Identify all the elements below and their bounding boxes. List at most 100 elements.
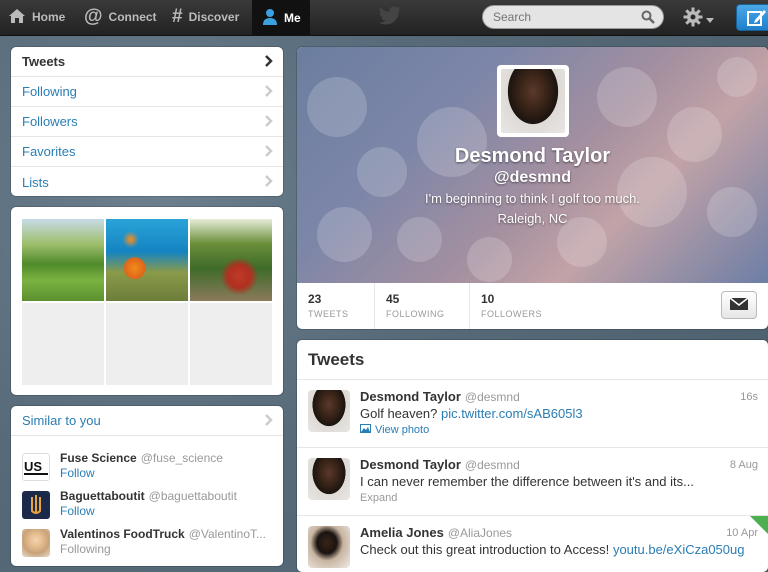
photo-placeholder: [190, 303, 272, 385]
tweet-item[interactable]: Desmond Taylor @desmnd 8 Aug I can never …: [297, 448, 768, 516]
tweets-title: Tweets: [297, 340, 768, 380]
nav-connect[interactable]: @ Connect: [84, 0, 157, 34]
similar-to-you-panel: Similar to you US Fuse Science @fuse_scie…: [11, 406, 283, 566]
nav-discover-label: Discover: [188, 10, 240, 24]
follow-link[interactable]: Follow: [60, 504, 95, 518]
photo-clownfish[interactable]: [106, 219, 188, 301]
follow-link[interactable]: Follow: [60, 466, 95, 480]
account-name[interactable]: Fuse Science @fuse_science: [60, 451, 223, 465]
profile-avatar[interactable]: [497, 65, 569, 137]
tweet-author[interactable]: Desmond Taylor @desmnd: [360, 457, 520, 472]
menu-item-lists[interactable]: Lists: [11, 167, 283, 197]
photo-placeholder: [106, 303, 188, 385]
profile-nav-menu: Tweets Following Followers Favorites Lis…: [11, 47, 283, 196]
person-icon: [262, 8, 278, 29]
nav-connect-label: Connect: [108, 10, 157, 24]
chevron-right-icon: [265, 145, 273, 160]
hash-icon: #: [172, 6, 183, 27]
account-name[interactable]: Baguettaboutit @baguettaboutit: [60, 489, 237, 503]
nav-discover[interactable]: # Discover: [172, 0, 239, 34]
avatar[interactable]: [308, 390, 350, 432]
photo-gallery: [11, 207, 283, 395]
tweet-author[interactable]: Desmond Taylor @desmnd: [360, 389, 520, 404]
nav-home-label: Home: [32, 10, 66, 24]
photo-garden[interactable]: [190, 219, 272, 301]
stat-value: 10: [481, 292, 495, 306]
avatar[interactable]: US: [22, 453, 50, 481]
account-name[interactable]: Valentinos FoodTruck @ValentinoT...: [60, 527, 266, 541]
profile-card: Desmond Taylor @desmnd I'm beginning to …: [297, 47, 768, 329]
avatar[interactable]: [22, 491, 50, 519]
expand-link[interactable]: Expand: [360, 492, 397, 504]
settings-menu[interactable]: [683, 7, 714, 30]
envelope-icon: [729, 296, 749, 314]
stat-label: TWEETS: [308, 309, 349, 319]
view-photo-link[interactable]: View photo: [360, 424, 429, 436]
menu-item-following[interactable]: Following: [11, 77, 283, 107]
stat-tweets[interactable]: 23 TWEETS: [297, 283, 375, 329]
tweet-handle: @desmnd: [464, 390, 520, 404]
svg-text:US: US: [24, 459, 42, 474]
tweet-item[interactable]: Amelia Jones @AliaJones 10 Apr Check out …: [297, 516, 768, 572]
account-handle: @baguettaboutit: [148, 489, 237, 503]
tweet-author[interactable]: Amelia Jones @AliaJones: [360, 525, 512, 540]
nav-me[interactable]: Me: [252, 0, 310, 36]
at-icon: @: [84, 6, 103, 27]
account-handle: @ValentinoT...: [188, 527, 267, 541]
similar-title: Similar to you: [22, 413, 101, 428]
photo-placeholder: [22, 303, 104, 385]
menu-item-label: Following: [22, 84, 77, 99]
home-icon: [8, 8, 26, 27]
photo-golf-course[interactable]: [22, 219, 104, 301]
similar-header[interactable]: Similar to you: [11, 406, 283, 436]
menu-item-label: Favorites: [22, 144, 76, 159]
tweet-handle: @desmnd: [464, 458, 520, 472]
stat-value: 45: [386, 292, 400, 306]
suggested-account: Baguettaboutit @baguettaboutit Follow: [22, 489, 277, 523]
compose-tweet-button[interactable]: [736, 4, 768, 31]
tweet-link[interactable]: pic.twitter.com/sAB605l3: [441, 406, 583, 421]
profile-bio: I'm beginning to think I golf too much.: [425, 191, 640, 206]
profile-cover-image: Desmond Taylor @desmnd I'm beginning to …: [297, 47, 768, 283]
tweet-link[interactable]: youtu.be/eXiCza050ug: [613, 542, 745, 557]
stat-following[interactable]: 45 FOLLOWING: [375, 283, 470, 329]
chevron-right-icon: [265, 55, 273, 70]
menu-item-label: Tweets: [22, 54, 66, 69]
avatar[interactable]: [308, 526, 350, 568]
tweet-text: I can never remember the difference betw…: [360, 474, 694, 489]
account-handle: @fuse_science: [140, 451, 223, 465]
direct-message-button[interactable]: [721, 291, 757, 319]
tweet-item[interactable]: Desmond Taylor @desmnd 16s Golf heaven? p…: [297, 380, 768, 448]
avatar[interactable]: [22, 529, 50, 557]
profile-name: Desmond Taylor: [454, 145, 611, 167]
chevron-right-icon: [265, 414, 273, 429]
tweet-timestamp[interactable]: 10 Apr: [726, 527, 758, 539]
photo-icon: [360, 424, 371, 436]
stat-followers[interactable]: 10 FOLLOWERS: [470, 283, 570, 329]
tweet-handle: @AliaJones: [447, 526, 513, 540]
menu-item-followers[interactable]: Followers: [11, 107, 283, 137]
menu-item-favorites[interactable]: Favorites: [11, 137, 283, 167]
menu-item-label: Followers: [22, 114, 78, 129]
top-bar: Home @ Connect # Discover Me: [0, 0, 768, 36]
nav-home[interactable]: Home: [8, 0, 65, 34]
tweet-text: Check out this great introduction to Acc…: [360, 542, 745, 557]
compose-icon: [747, 9, 767, 30]
profile-stats: 23 TWEETS 45 FOLLOWING 10 FOLLOWERS: [297, 283, 768, 329]
chevron-right-icon: [265, 175, 273, 190]
following-status[interactable]: Following: [60, 542, 111, 556]
search-box: [482, 5, 664, 29]
twitter-bird-icon[interactable]: [378, 6, 402, 29]
suggested-account: Valentinos FoodTruck @ValentinoT... Follo…: [22, 527, 277, 561]
search-input[interactable]: [493, 9, 633, 25]
tweet-timestamp[interactable]: 8 Aug: [730, 459, 758, 471]
tweets-timeline: Tweets Desmond Taylor @desmnd 16s Golf he…: [297, 340, 768, 572]
avatar[interactable]: [308, 458, 350, 500]
chevron-right-icon: [265, 85, 273, 100]
tweet-timestamp[interactable]: 16s: [740, 391, 758, 403]
profile-handle: @desmnd: [494, 169, 571, 186]
menu-item-tweets[interactable]: Tweets: [11, 47, 283, 77]
stat-label: FOLLOWING: [386, 309, 445, 319]
stat-label: FOLLOWERS: [481, 309, 543, 319]
search-icon[interactable]: [641, 10, 655, 27]
